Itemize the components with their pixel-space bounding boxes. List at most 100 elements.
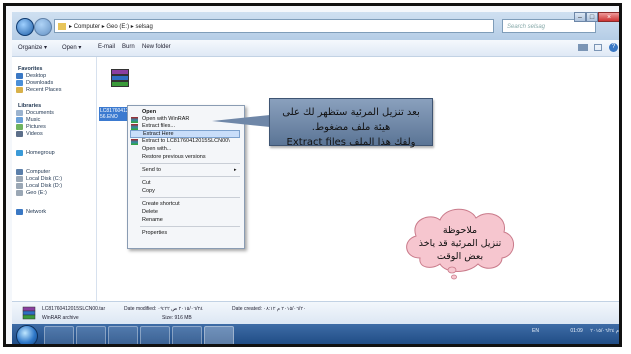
tray-language[interactable]: EN [532,328,539,334]
breadcrumb-computer[interactable]: Computer [74,24,100,30]
burn-button[interactable]: Burn [122,44,135,50]
winrar-icon [131,117,138,123]
breadcrumb-sep: ▸ [130,24,134,30]
preview-pane-icon[interactable] [594,44,602,51]
nav-label: Local Disk (D:) [26,183,63,189]
forward-button[interactable] [34,18,52,36]
taskbar-explorer-active-icon[interactable] [204,326,234,344]
cloud-note-text: ملاحوظة تنزيل المرئية قد ياخذ بعض الوقت [402,224,518,263]
taskbar-chrome-icon[interactable] [140,326,170,344]
back-button[interactable] [16,18,34,36]
new-folder-button[interactable]: New folder [142,44,171,50]
navigation-pane: Favorites Desktop Downloads Recent Place… [12,57,97,301]
nav-label: Computer [26,169,51,175]
menu-rename[interactable]: Rename [142,217,163,223]
nav-favorites[interactable]: Favorites [18,66,42,72]
nav-label: Recent Places [26,87,62,93]
nav-label: Videos [26,131,43,137]
winrar-archive-icon[interactable] [107,67,133,91]
start-button[interactable] [16,325,38,344]
nav-label: Libraries [18,103,42,109]
menu-open-with[interactable]: Open with... [142,146,171,152]
nav-label: Desktop [26,73,47,79]
menu-cut[interactable]: Cut [142,180,151,186]
address-bar[interactable]: ▸ Computer ▸ Geo (E:) ▸ selsag [54,19,494,33]
menu-open-winrar[interactable]: Open with WinRAR [142,116,189,122]
nav-desktop[interactable]: Desktop [16,73,47,79]
views-icon[interactable] [578,44,588,51]
explorer-window: ▸ Computer ▸ Geo (E:) ▸ selsag Search se… [12,12,619,344]
taskbar-media-icon[interactable] [108,326,138,344]
details-created: Date created: ٢٠١٥/٠٦/٢٠ م ٠٨:١٢ [232,306,306,312]
nav-label: Downloads [26,80,54,86]
close-button[interactable]: × [598,12,619,22]
nav-pictures[interactable]: Pictures [16,124,46,130]
downloads-icon [16,80,23,86]
menu-restore[interactable]: Restore previous versions [142,154,206,160]
nav-local-d[interactable]: Local Disk (D:) [16,183,63,189]
submenu-arrow-icon: ▸ [234,167,237,173]
system-tray: EN 01:09 م ٢٠١٥/٠٦/٢٤ [532,328,619,334]
breadcrumb-geo[interactable]: Geo (E:) [106,24,129,30]
help-icon[interactable]: ? [609,43,618,52]
menu-separator [140,176,240,177]
menu-create-shortcut[interactable]: Create shortcut [142,201,180,207]
nav-homegroup[interactable]: Homegroup [16,150,55,156]
organize-button[interactable]: Organize ▾ [18,44,47,51]
winrar-archive-icon [22,306,36,320]
details-size: Size: 916 MB [162,315,192,321]
pictures-icon [16,124,23,130]
tray-date[interactable]: ٢٠١٥/٠٦/٢٤ [590,328,614,334]
menu-properties[interactable]: Properties [142,230,167,236]
taskbar-explorer-icon[interactable] [76,326,106,344]
email-button[interactable]: E-mail [98,44,115,50]
taskbar: EN 01:09 م ٢٠١٥/٠٦/٢٤ [12,324,619,344]
menu-separator [140,226,240,227]
nav-label: Geo (E:) [26,190,47,196]
nav-videos[interactable]: Videos [16,131,43,137]
drive-icon [16,190,23,196]
drive-icon [16,183,23,189]
menu-separator [140,197,240,198]
breadcrumb-sep: ▸ [69,24,73,30]
callout-pointer [212,115,270,127]
annotation-line-2: ولفك هذا الملف Extract files [286,137,416,148]
nav-libraries[interactable]: Libraries [18,103,41,109]
documents-icon [16,110,23,116]
screenshot-frame: ▸ Computer ▸ Geo (E:) ▸ selsag Search se… [3,3,622,347]
open-button[interactable]: Open ▾ [62,44,81,51]
computer-icon [16,169,23,175]
cloud-note-line-3: بعض الوقت [436,251,484,262]
rar-book-icon [111,81,129,87]
nav-network[interactable]: Network [16,209,46,215]
nav-computer[interactable]: Computer [16,169,51,175]
nav-documents[interactable]: Documents [16,110,54,116]
nav-label: Music [26,117,41,123]
menu-extract-files[interactable]: Extract files... [142,123,175,129]
annotation-callout: بعد تنزيل المرئية ستظهر لك على هيئة ملف … [269,98,433,148]
nav-downloads[interactable]: Downloads [16,80,54,86]
nav-label: Documents [26,110,54,116]
folder-icon [58,23,66,30]
menu-send-to[interactable]: Send to [142,167,161,173]
taskbar-ie-icon[interactable] [44,326,74,344]
annotation-line-1: بعد تنزيل المرئية ستظهر لك على هيئة ملف … [282,107,420,133]
nav-label: Local Disk (C:) [26,176,63,182]
menu-delete[interactable]: Delete [142,209,158,215]
taskbar-app-icon[interactable] [172,326,202,344]
nav-local-c[interactable]: Local Disk (C:) [16,176,63,182]
maximize-button[interactable]: □ [586,12,598,22]
menu-extract-here[interactable]: Extract Here [130,130,240,138]
menu-copy[interactable]: Copy [142,188,155,194]
nav-recent[interactable]: Recent Places [16,87,62,93]
cloud-note-line-1: ملاحوظة [442,225,478,236]
menu-open[interactable]: Open [142,109,156,115]
address-bar-area: ▸ Computer ▸ Geo (E:) ▸ selsag Search se… [12,12,619,40]
menu-extract-to[interactable]: Extract to LC81760412015SLCN00\ [142,138,230,144]
nav-geo-e[interactable]: Geo (E:) [16,190,47,196]
breadcrumb-selsag[interactable]: selsag [135,24,152,30]
minimize-button[interactable]: – [574,12,586,22]
homegroup-icon [16,150,23,156]
menu-separator [140,163,240,164]
nav-music[interactable]: Music [16,117,41,123]
